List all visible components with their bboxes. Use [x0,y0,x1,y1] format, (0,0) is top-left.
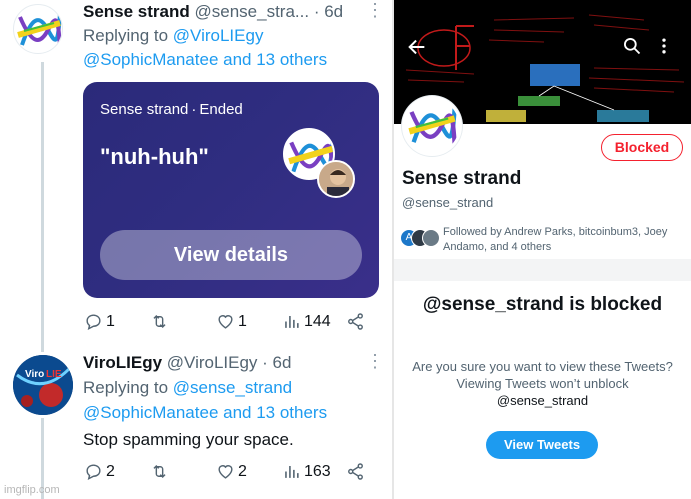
retweet-icon [153,314,166,329]
followed-by-avatars[interactable]: A [400,229,440,249]
views-chart-icon [285,465,299,478]
tweet-header: ViroLIEgy @ViroLIEgy · 6d [83,353,291,373]
like-action[interactable]: 2 [216,462,247,481]
share-action[interactable] [346,312,365,331]
display-name[interactable]: ViroLIEgy [83,353,162,372]
reply-count: 2 [106,462,115,480]
like-count: 2 [238,462,247,480]
virus-logo-icon: Viro LIE [13,355,73,415]
user-handle[interactable]: @sense_stra... [195,2,310,21]
profile-handle: @sense_strand [402,195,494,210]
followed-by-text[interactable]: Followed by Andrew Parks, bitcoinbum3, J… [443,225,688,255]
share-icon [348,313,363,330]
view-details-button[interactable]: View details [100,230,362,280]
tweet-thread: Sense strand @sense_stra... · 6d ⋮ Reply… [0,0,392,499]
view-tweets-button[interactable]: View Tweets [486,431,598,459]
like-count: 1 [238,312,247,330]
svg-text:LIE: LIE [46,369,62,380]
more-options-icon[interactable]: ⋮ [366,0,384,21]
thread-connector-line [41,62,44,352]
dna-logo-icon [408,107,457,145]
poll-header: Sense strand · Ended [100,101,243,118]
avatar[interactable] [13,4,63,54]
search-icon[interactable] [622,36,642,56]
views-action[interactable]: 144 [282,312,331,331]
retweet-action[interactable] [150,462,169,481]
poll-status: Ended [199,101,243,118]
section-separator [394,259,691,281]
tweet-time: · 6d [262,353,292,372]
tweet-header: Sense strand @sense_stra... · 6d [83,2,343,22]
blocked-message-text: Are you sure you want to view these Twee… [412,359,673,391]
avatar[interactable]: Viro LIE [13,355,73,415]
blocked-title: @sense_strand is blocked [422,294,663,315]
poll-avatar-person [317,160,355,198]
svg-text:Viro: Viro [25,369,44,380]
reply-icon [86,314,101,330]
reply-action[interactable]: 2 [84,462,115,481]
poll-card[interactable]: Sense strand · Ended "nuh-huh" View detail… [83,82,379,298]
blocked-message: Are you sure you want to view these Twee… [410,358,675,409]
profile-avatar[interactable] [402,96,462,156]
replying-prefix: Replying to [83,378,169,397]
mentions-link[interactable]: @SophicManatee and 13 others [83,403,327,423]
retweet-icon [153,464,166,479]
user-handle[interactable]: @ViroLIEgy [167,353,258,372]
replying-to: Replying to @ViroLIEgy [83,26,263,46]
views-count: 163 [304,462,331,480]
views-count: 144 [304,312,331,330]
retweet-action[interactable] [150,312,169,331]
person-photo-icon [319,162,353,196]
poll-author: Sense strand [100,101,189,118]
replying-to-link[interactable]: @ViroLIEgy [173,26,264,45]
views-chart-icon [285,315,299,328]
heart-icon [218,465,233,479]
dna-logo-icon [17,12,62,48]
more-options-icon[interactable] [654,36,674,56]
poll-question: "nuh-huh" [100,144,209,169]
replying-to: Replying to @sense_strand [83,378,292,398]
back-arrow-icon[interactable] [406,36,428,58]
profile-panel: Blocked Sense strand @sense_strand A Fol… [394,0,691,499]
tweet-time: · 6d [313,2,344,21]
tweet-text: Stop spamming your space. [83,430,294,449]
share-action[interactable] [346,462,365,481]
reply-count: 1 [106,312,115,330]
views-action[interactable]: 163 [282,462,331,481]
like-action[interactable]: 1 [216,312,247,331]
share-icon [348,463,363,480]
blocked-message-handle: @sense_strand [496,393,589,408]
reply-action[interactable]: 1 [84,312,115,331]
mentions-link[interactable]: @SophicManatee and 13 others [83,50,327,70]
reply-icon [86,464,101,480]
profile-name: Sense strand [402,168,522,189]
replying-to-link[interactable]: @sense_strand [173,378,292,397]
watermark: imgflip.com [4,484,60,496]
follower-avatar [422,229,440,247]
heart-icon [218,315,233,329]
more-options-icon[interactable]: ⋮ [366,351,384,372]
display-name[interactable]: Sense strand [83,2,190,21]
replying-prefix: Replying to [83,26,169,45]
blocked-button[interactable]: Blocked [601,134,683,161]
